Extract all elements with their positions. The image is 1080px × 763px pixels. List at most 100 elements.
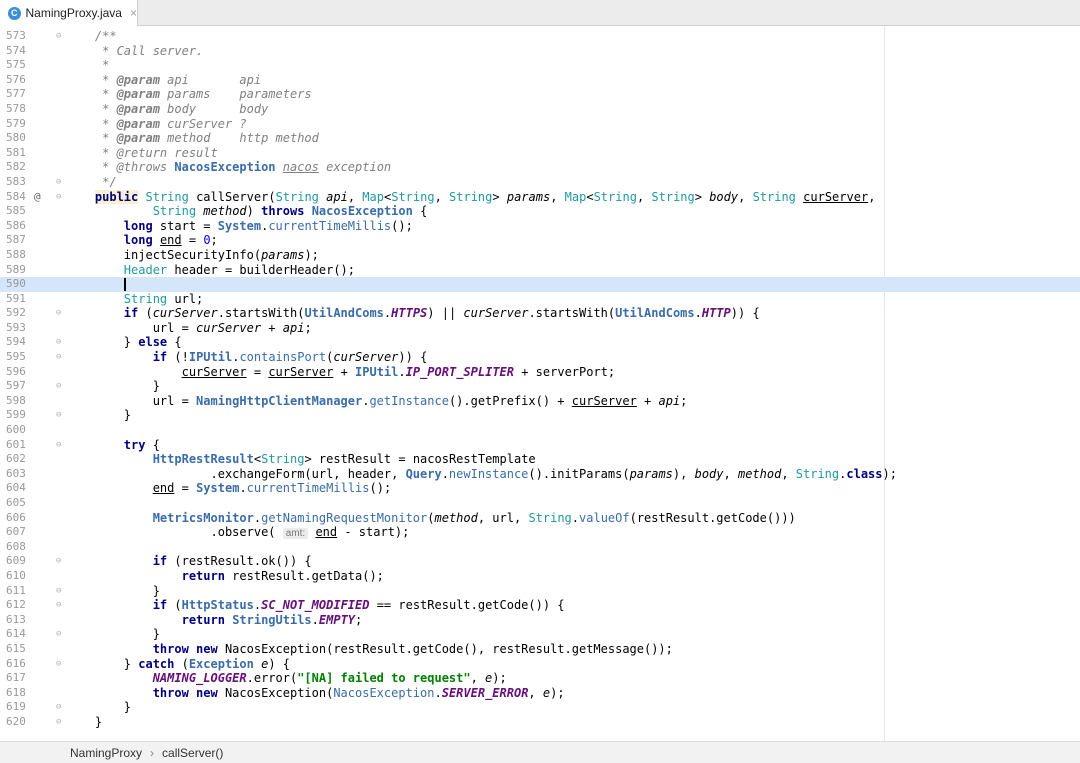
fold-icon[interactable]: ⊖: [56, 554, 66, 569]
code-line[interactable]: 588 injectSecurityInfo(params);: [0, 248, 1080, 263]
code-line[interactable]: 579 * @param curServer ?: [0, 117, 1080, 132]
close-icon[interactable]: ×: [130, 6, 137, 20]
code-line[interactable]: 580 * @param method http method: [0, 131, 1080, 146]
breadcrumb-class[interactable]: NamingProxy: [70, 746, 142, 760]
code-line[interactable]: 592 ⊖ if (curServer.startsWith(UtilAndCom…: [0, 306, 1080, 321]
code-token: ),: [672, 466, 695, 481]
code-line[interactable]: 604 end = System.currentTimeMillis();: [0, 481, 1080, 496]
code-line[interactable]: 603 .exchangeForm(url, header, Query.new…: [0, 467, 1080, 482]
fold-icon[interactable]: ⊖: [56, 627, 66, 642]
code-line[interactable]: 595 ⊖ if (!IPUtil.containsPort(curServer)…: [0, 350, 1080, 365]
code-lines: 573 ⊖ /** 574 * Call server. 575 * 576 * @pa…: [0, 29, 1080, 730]
fold-icon[interactable]: ⊖: [56, 657, 66, 672]
code-line[interactable]: 617 NAMING_LOGGER.error("[NA] failed to …: [0, 671, 1080, 686]
code-line[interactable]: 608: [0, 540, 1080, 555]
tab-namingproxy-java[interactable]: C NamingProxy.java ×: [0, 0, 138, 26]
fold-icon[interactable]: ⊖: [56, 408, 66, 423]
code-line[interactable]: 598 url = NamingHttpClientManager.getIns…: [0, 394, 1080, 409]
fold-icon[interactable]: ⊖: [56, 335, 66, 350]
code-line[interactable]: 600: [0, 423, 1080, 438]
line-number: 611: [6, 583, 26, 597]
breadcrumb: NamingProxy › callServer(): [0, 741, 1080, 763]
code-editor[interactable]: 573 ⊖ /** 574 * Call server. 575 * 576 * @pa…: [0, 26, 1080, 741]
code-token: );: [550, 685, 565, 700]
code-line[interactable]: 615 throw new NacosException(restResult.…: [0, 642, 1080, 657]
fold-icon[interactable]: ⊖: [56, 584, 66, 599]
code-line[interactable]: 593 url = curServer + api;: [0, 321, 1080, 336]
code-line[interactable]: 609 ⊖ if (restResult.ok()) {: [0, 554, 1080, 569]
code-line[interactable]: 619 ⊖ }: [0, 700, 1080, 715]
line-number: 573: [6, 29, 26, 42]
code-token: HttpStatus: [181, 598, 254, 613]
code-line[interactable]: 583 ⊖ */: [0, 175, 1080, 190]
code-line[interactable]: 606 MetricsMonitor.getNamingRequestMonit…: [0, 511, 1080, 526]
code-line[interactable]: 614 ⊖ }: [0, 627, 1080, 642]
override-marker-icon[interactable]: @: [34, 190, 48, 205]
fold-icon[interactable]: ⊖: [56, 700, 66, 715]
code-line[interactable]: 601 ⊖ try {: [0, 438, 1080, 453]
code-line[interactable]: 618 throw new NacosException(NacosExcept…: [0, 686, 1080, 701]
code-line[interactable]: 573 ⊖ /**: [0, 29, 1080, 44]
code-line[interactable]: 575 *: [0, 58, 1080, 73]
fold-icon[interactable]: ⊖: [56, 715, 66, 730]
code-token: nacos: [282, 160, 319, 175]
code-token: api: [326, 189, 348, 204]
code-token: ().getPrefix() +: [448, 393, 572, 408]
code-text: .exchangeForm(url, header, Query.newInst…: [66, 466, 896, 482]
fold-icon[interactable]: ⊖: [56, 379, 66, 394]
line-number: 604: [6, 481, 26, 495]
breadcrumb-method[interactable]: callServer(): [162, 746, 223, 760]
code-line[interactable]: 599 ⊖ }: [0, 408, 1080, 423]
fold-icon[interactable]: ⊖: [56, 175, 66, 190]
code-text: * @return result: [66, 146, 218, 161]
code-token: )) {: [730, 306, 760, 321]
code-line[interactable]: 585 String method) throws NacosException…: [0, 204, 1080, 219]
code-token: newInstance: [448, 466, 529, 481]
code-token: catch: [138, 656, 175, 671]
code-line[interactable]: 590: [0, 277, 1080, 292]
code-token: getNamingRequestMonitor: [261, 510, 428, 525]
code-line[interactable]: 589 Header header = builderHeader();: [0, 263, 1080, 278]
code-line[interactable]: 607 .observe( amt: end - start);: [0, 525, 1080, 540]
code-line[interactable]: 577 * @param params parameters: [0, 87, 1080, 102]
fold-icon[interactable]: ⊖: [56, 306, 66, 321]
code-token: ,: [868, 189, 876, 204]
code-token: );: [492, 671, 507, 686]
code-line[interactable]: 602 HttpRestResult<String> restResult = …: [0, 452, 1080, 467]
fold-icon[interactable]: ⊖: [56, 29, 66, 44]
code-line[interactable]: 611 ⊖ }: [0, 584, 1080, 599]
code-line[interactable]: 587 long end = 0;: [0, 233, 1080, 248]
fold-icon[interactable]: ⊖: [56, 438, 66, 453]
code-line[interactable]: 596 curServer = curServer + IPUtil.IP_PO…: [0, 365, 1080, 380]
code-line[interactable]: 586 long start = System.currentTimeMilli…: [0, 219, 1080, 234]
code-line[interactable]: 594 ⊖ } else {: [0, 335, 1080, 350]
code-token: currentTimeMillis: [268, 218, 392, 233]
fold-icon[interactable]: ⊖: [56, 350, 66, 365]
code-line[interactable]: 581 * @return result: [0, 146, 1080, 161]
code-line[interactable]: 610 return restResult.getData();: [0, 569, 1080, 584]
code-line[interactable]: 620 ⊖ }: [0, 715, 1080, 730]
code-token: {: [412, 204, 428, 219]
fold-icon[interactable]: ⊖: [56, 190, 66, 205]
code-line[interactable]: 576 * @param api api: [0, 73, 1080, 88]
code-token: <: [253, 452, 262, 467]
fold-icon[interactable]: ⊖: [56, 598, 66, 613]
code-text: throw new NacosException(NacosException.…: [66, 686, 565, 701]
code-line[interactable]: 584 @ ⊖ public String callServer(String ap…: [0, 189, 1080, 205]
code-line[interactable]: 613 return StringUtils.EMPTY;: [0, 613, 1080, 628]
code-line[interactable]: 574 * Call server.: [0, 44, 1080, 59]
code-line[interactable]: 591 String url;: [0, 292, 1080, 307]
code-line[interactable]: 582 * @throws NacosException nacos excep…: [0, 160, 1080, 175]
code-line[interactable]: 616 ⊖ } catch (Exception e) {: [0, 657, 1080, 672]
code-line[interactable]: 605: [0, 496, 1080, 511]
code-token: ;: [680, 393, 688, 408]
code-line[interactable]: 578 * @param body body: [0, 102, 1080, 117]
code-line[interactable]: 612 ⊖ if (HttpStatus.SC_NOT_MODIFIED == r…: [0, 598, 1080, 613]
parameter-hint: amt:: [282, 528, 309, 540]
code-line[interactable]: 597 ⊖ }: [0, 379, 1080, 394]
code-token: @param: [116, 87, 160, 102]
